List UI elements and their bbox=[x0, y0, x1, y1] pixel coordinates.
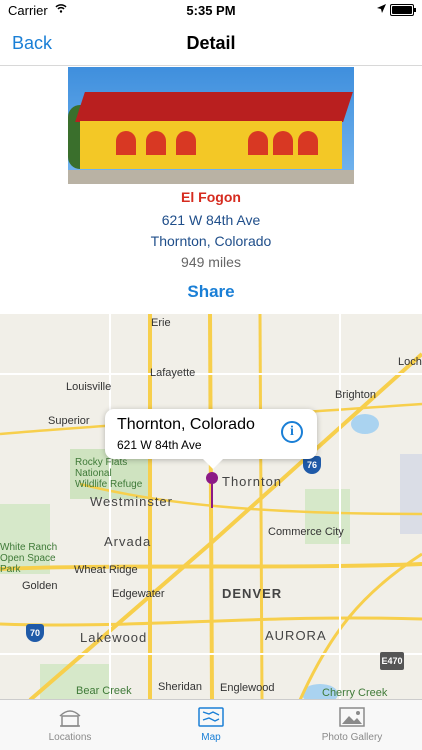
callout-subtitle: 621 W 84th Ave bbox=[117, 438, 202, 452]
map-label-englewood: Englewood bbox=[220, 682, 275, 694]
map-callout[interactable]: Thornton, Colorado 621 W 84th Ave i bbox=[105, 409, 317, 469]
map-label-lafayette: Lafayette bbox=[150, 367, 196, 379]
map-label-erie: Erie bbox=[151, 317, 171, 329]
map-label-thornton: Thornton bbox=[222, 474, 283, 489]
map-label-golden: Golden bbox=[22, 580, 58, 592]
tab-bar: Locations Map Photo Gallery bbox=[0, 699, 422, 750]
location-arrow-icon bbox=[377, 4, 386, 13]
location-details: El Fogon 621 W 84th Ave Thornton, Colora… bbox=[0, 189, 422, 272]
address-line-1: 621 W 84th Ave bbox=[161, 212, 261, 228]
map-label-rocky-flats: Rocky Flats National Wildlife Refuge bbox=[75, 457, 143, 490]
map-label-cherry-creek: Cherry Creek bbox=[322, 687, 388, 699]
address-line-2: Thornton, Colorado bbox=[150, 233, 272, 249]
status-time: 5:35 PM bbox=[186, 3, 236, 18]
location-name: El Fogon bbox=[181, 189, 241, 205]
map-label-commerce-city: Commerce City bbox=[268, 526, 344, 538]
map-label-aurora: AURORA bbox=[265, 628, 327, 643]
highway-e470-shield: E470 bbox=[380, 652, 404, 670]
battery-icon bbox=[390, 4, 416, 16]
map-label-superior: Superior bbox=[48, 415, 90, 427]
map-label-bear-creek: Bear Creek bbox=[76, 685, 132, 697]
navigation-bar: Back Detail bbox=[0, 20, 422, 66]
photo-gallery-icon bbox=[339, 707, 365, 727]
map-view[interactable]: Erie Lafayette Louisville Brighton Super… bbox=[0, 314, 422, 700]
callout-title: Thornton, Colorado bbox=[117, 416, 255, 433]
map-label-arvada: Arvada bbox=[104, 534, 152, 549]
tab-photo-gallery-label: Photo Gallery bbox=[321, 732, 383, 743]
tab-photo-gallery[interactable]: Photo Gallery bbox=[282, 706, 422, 743]
map-label-loch: Loch bbox=[398, 356, 422, 368]
map-label-westminster: Westminster bbox=[90, 494, 173, 509]
tab-map[interactable]: Map bbox=[141, 706, 281, 743]
map-pin[interactable] bbox=[206, 472, 218, 484]
locations-icon bbox=[59, 710, 81, 727]
tab-locations-label: Locations bbox=[48, 732, 92, 743]
map-pin-stick bbox=[211, 484, 213, 508]
page-title: Detail bbox=[186, 33, 236, 53]
map-label-sheridan: Sheridan bbox=[158, 681, 203, 693]
highway-70-shield: 70 bbox=[26, 624, 44, 642]
share-button[interactable]: Share bbox=[0, 282, 422, 302]
map-label-edgewater: Edgewater bbox=[112, 588, 165, 600]
map-icon bbox=[198, 707, 224, 727]
map-label-lakewood: Lakewood bbox=[80, 630, 148, 645]
map-label-brighton: Brighton bbox=[335, 389, 376, 401]
tab-map-label: Map bbox=[201, 732, 221, 743]
map-label-louisville: Louisville bbox=[66, 381, 112, 393]
map-label-white-ranch: White Ranch Open Space Park bbox=[0, 542, 58, 575]
restaurant-photo bbox=[68, 67, 354, 184]
info-icon[interactable]: i bbox=[281, 421, 303, 443]
status-bar: Carrier 5:35 PM bbox=[0, 0, 422, 20]
tab-locations[interactable]: Locations bbox=[0, 706, 140, 743]
distance-label: 949 miles bbox=[181, 254, 241, 270]
map-label-denver: DENVER bbox=[222, 586, 283, 601]
map-label-wheat-ridge: Wheat Ridge bbox=[74, 564, 138, 576]
